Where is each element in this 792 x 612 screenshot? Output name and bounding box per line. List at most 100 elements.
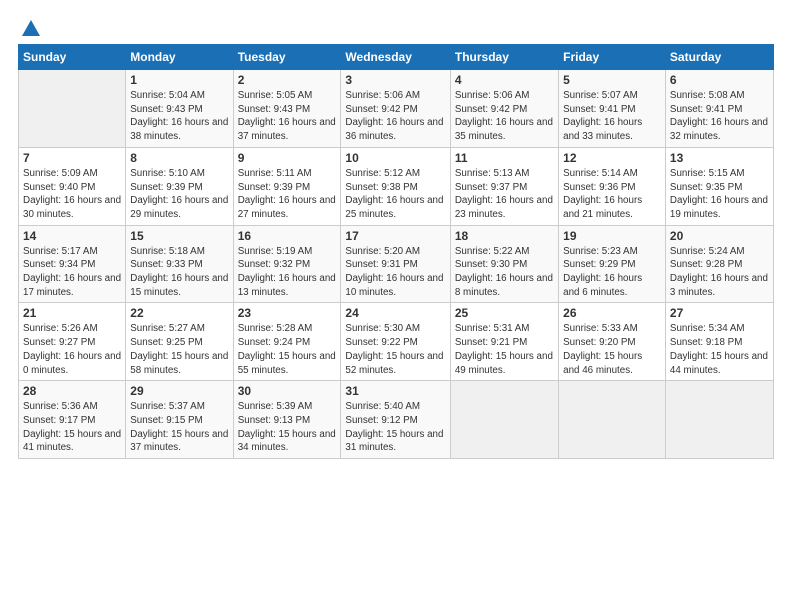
day-info: Sunrise: 5:06 AM Sunset: 9:42 PM Dayligh…	[345, 89, 445, 144]
day-cell: 26Sunrise: 5:33 AM Sunset: 9:20 PM Dayli…	[559, 303, 666, 381]
day-number: 24	[345, 306, 445, 320]
day-info: Sunrise: 5:40 AM Sunset: 9:12 PM Dayligh…	[345, 400, 445, 455]
day-cell: 16 Sunrise: 5:19 AM Sunset: 9:32 PM Dayli…	[233, 225, 341, 303]
day-number: 18	[455, 229, 554, 243]
day-number: 25	[455, 306, 554, 320]
day-number: 21	[23, 306, 121, 320]
day-number: 15	[130, 229, 228, 243]
day-cell: 31 Sunrise: 5:40 AM Sunset: 9:12 PM Dayli…	[341, 381, 450, 459]
week-row-2: 7 Sunrise: 5:09 AM Sunset: 9:40 PM Daylig…	[19, 147, 774, 225]
day-number: 11	[455, 151, 554, 165]
week-row-3: 14 Sunrise: 5:17 AM Sunset: 9:34 PM Dayli…	[19, 225, 774, 303]
day-info: Sunrise: 5:08 AM Sunset: 9:41 PM Dayligh…	[670, 89, 769, 144]
day-cell	[19, 70, 126, 148]
weekday-header-sunday: Sunday	[19, 45, 126, 70]
day-info: Sunrise: 5:18 AM Sunset: 9:33 PM Dayligh…	[130, 245, 228, 300]
day-info: Sunrise: 5:23 AM Sunset: 9:29 PM Dayligh…	[563, 245, 661, 300]
day-number: 31	[345, 384, 445, 398]
header	[18, 18, 774, 36]
day-number: 20	[670, 229, 769, 243]
day-number: 10	[345, 151, 445, 165]
day-info: Sunrise: 5:27 AM Sunset: 9:25 PM Dayligh…	[130, 322, 228, 377]
day-info: Sunrise: 5:31 AM Sunset: 9:21 PM Dayligh…	[455, 322, 554, 377]
day-info: Sunrise: 5:06 AM Sunset: 9:42 PM Dayligh…	[455, 89, 554, 144]
day-cell: 12 Sunrise: 5:14 AM Sunset: 9:36 PM Dayli…	[559, 147, 666, 225]
day-number: 16	[238, 229, 337, 243]
day-info: Sunrise: 5:37 AM Sunset: 9:15 PM Dayligh…	[130, 400, 228, 455]
day-cell: 17 Sunrise: 5:20 AM Sunset: 9:31 PM Dayli…	[341, 225, 450, 303]
day-cell: 24 Sunrise: 5:30 AM Sunset: 9:22 PM Dayli…	[341, 303, 450, 381]
day-cell: 10 Sunrise: 5:12 AM Sunset: 9:38 PM Dayli…	[341, 147, 450, 225]
day-cell: 11 Sunrise: 5:13 AM Sunset: 9:37 PM Dayli…	[450, 147, 558, 225]
day-info: Sunrise: 5:26 AM Sunset: 9:27 PM Dayligh…	[23, 322, 121, 377]
day-cell	[665, 381, 773, 459]
day-info: Sunrise: 5:15 AM Sunset: 9:35 PM Dayligh…	[670, 167, 769, 222]
day-cell	[559, 381, 666, 459]
day-cell: 25 Sunrise: 5:31 AM Sunset: 9:21 PM Dayli…	[450, 303, 558, 381]
day-cell: 1 Sunrise: 5:04 AM Sunset: 9:43 PM Daylig…	[126, 70, 233, 148]
day-info: Sunrise: 5:34 AM Sunset: 9:18 PM Dayligh…	[670, 322, 769, 377]
day-info: Sunrise: 5:10 AM Sunset: 9:39 PM Dayligh…	[130, 167, 228, 222]
day-info: Sunrise: 5:13 AM Sunset: 9:37 PM Dayligh…	[455, 167, 554, 222]
day-number: 8	[130, 151, 228, 165]
day-cell: 22 Sunrise: 5:27 AM Sunset: 9:25 PM Dayli…	[126, 303, 233, 381]
day-info: Sunrise: 5:24 AM Sunset: 9:28 PM Dayligh…	[670, 245, 769, 300]
day-cell: 27 Sunrise: 5:34 AM Sunset: 9:18 PM Dayli…	[665, 303, 773, 381]
calendar-page: SundayMondayTuesdayWednesdayThursdayFrid…	[0, 0, 792, 612]
day-info: Sunrise: 5:07 AM Sunset: 9:41 PM Dayligh…	[563, 89, 661, 144]
day-info: Sunrise: 5:19 AM Sunset: 9:32 PM Dayligh…	[238, 245, 337, 300]
day-info: Sunrise: 5:39 AM Sunset: 9:13 PM Dayligh…	[238, 400, 337, 455]
day-info: Sunrise: 5:12 AM Sunset: 9:38 PM Dayligh…	[345, 167, 445, 222]
week-row-5: 28Sunrise: 5:36 AM Sunset: 9:17 PM Dayli…	[19, 381, 774, 459]
day-cell: 28Sunrise: 5:36 AM Sunset: 9:17 PM Dayli…	[19, 381, 126, 459]
day-number: 27	[670, 306, 769, 320]
day-cell: 18Sunrise: 5:22 AM Sunset: 9:30 PM Dayli…	[450, 225, 558, 303]
day-info: Sunrise: 5:09 AM Sunset: 9:40 PM Dayligh…	[23, 167, 121, 222]
day-number: 14	[23, 229, 121, 243]
day-cell: 6 Sunrise: 5:08 AM Sunset: 9:41 PM Daylig…	[665, 70, 773, 148]
day-number: 7	[23, 151, 121, 165]
day-number: 13	[670, 151, 769, 165]
day-info: Sunrise: 5:17 AM Sunset: 9:34 PM Dayligh…	[23, 245, 121, 300]
day-number: 29	[130, 384, 228, 398]
day-cell: 23 Sunrise: 5:28 AM Sunset: 9:24 PM Dayli…	[233, 303, 341, 381]
day-number: 23	[238, 306, 337, 320]
day-cell: 20 Sunrise: 5:24 AM Sunset: 9:28 PM Dayli…	[665, 225, 773, 303]
day-info: Sunrise: 5:33 AM Sunset: 9:20 PM Dayligh…	[563, 322, 661, 377]
day-cell: 5 Sunrise: 5:07 AM Sunset: 9:41 PM Daylig…	[559, 70, 666, 148]
day-number: 9	[238, 151, 337, 165]
week-row-4: 21 Sunrise: 5:26 AM Sunset: 9:27 PM Dayli…	[19, 303, 774, 381]
day-number: 1	[130, 73, 228, 87]
day-number: 2	[238, 73, 337, 87]
day-info: Sunrise: 5:28 AM Sunset: 9:24 PM Dayligh…	[238, 322, 337, 377]
day-cell: 3Sunrise: 5:06 AM Sunset: 9:42 PM Daylig…	[341, 70, 450, 148]
weekday-header-wednesday: Wednesday	[341, 45, 450, 70]
weekday-header-row: SundayMondayTuesdayWednesdayThursdayFrid…	[19, 45, 774, 70]
day-number: 17	[345, 229, 445, 243]
day-cell: 4 Sunrise: 5:06 AM Sunset: 9:42 PM Daylig…	[450, 70, 558, 148]
logo	[18, 18, 42, 36]
day-number: 6	[670, 73, 769, 87]
day-number: 22	[130, 306, 228, 320]
day-info: Sunrise: 5:20 AM Sunset: 9:31 PM Dayligh…	[345, 245, 445, 300]
day-number: 12	[563, 151, 661, 165]
day-cell: 9 Sunrise: 5:11 AM Sunset: 9:39 PM Daylig…	[233, 147, 341, 225]
day-cell: 13 Sunrise: 5:15 AM Sunset: 9:35 PM Dayli…	[665, 147, 773, 225]
day-number: 5	[563, 73, 661, 87]
day-number: 4	[455, 73, 554, 87]
weekday-header-saturday: Saturday	[665, 45, 773, 70]
day-info: Sunrise: 5:14 AM Sunset: 9:36 PM Dayligh…	[563, 167, 661, 222]
day-cell: 30Sunrise: 5:39 AM Sunset: 9:13 PM Dayli…	[233, 381, 341, 459]
day-info: Sunrise: 5:04 AM Sunset: 9:43 PM Dayligh…	[130, 89, 228, 144]
day-number: 19	[563, 229, 661, 243]
day-cell: 8 Sunrise: 5:10 AM Sunset: 9:39 PM Daylig…	[126, 147, 233, 225]
logo-icon	[20, 18, 42, 40]
calendar-table: SundayMondayTuesdayWednesdayThursdayFrid…	[18, 44, 774, 459]
weekday-header-friday: Friday	[559, 45, 666, 70]
week-row-1: 1 Sunrise: 5:04 AM Sunset: 9:43 PM Daylig…	[19, 70, 774, 148]
day-info: Sunrise: 5:30 AM Sunset: 9:22 PM Dayligh…	[345, 322, 445, 377]
day-cell: 19 Sunrise: 5:23 AM Sunset: 9:29 PM Dayli…	[559, 225, 666, 303]
day-info: Sunrise: 5:05 AM Sunset: 9:43 PM Dayligh…	[238, 89, 337, 144]
day-cell: 14 Sunrise: 5:17 AM Sunset: 9:34 PM Dayli…	[19, 225, 126, 303]
day-info: Sunrise: 5:11 AM Sunset: 9:39 PM Dayligh…	[238, 167, 337, 222]
